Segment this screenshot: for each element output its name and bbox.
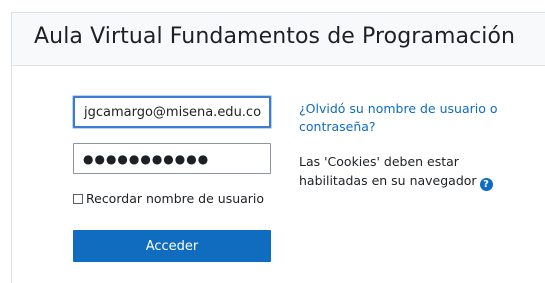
username-value: jgcamargo@misena.edu.co [84,104,262,120]
forgot-credentials-link[interactable]: ¿Olvidó su nombre de usuario o contraseñ… [299,100,529,136]
password-input[interactable]: ●●●●●●●●●●● [73,143,271,174]
remember-username-checkbox[interactable] [73,193,83,204]
page-title: Aula Virtual Fundamentos de Programación [34,24,516,49]
remember-username-option[interactable]: Recordar nombre de usuario [73,191,264,206]
remember-username-label: Recordar nombre de usuario [86,191,265,206]
cookies-notice-text: Las 'Cookies' deben estar habilitadas en… [299,154,477,188]
password-value: ●●●●●●●●●●● [83,151,210,166]
login-button[interactable]: Acceder [73,230,271,262]
username-input[interactable]: jgcamargo@misena.edu.co [73,96,271,128]
page-header: Aula Virtual Fundamentos de Programación [12,13,545,66]
login-card: Aula Virtual Fundamentos de Programación… [11,12,545,283]
cookies-notice: Las 'Cookies' deben estar habilitadas en… [299,152,529,191]
help-icon[interactable]: ? [479,178,493,191]
